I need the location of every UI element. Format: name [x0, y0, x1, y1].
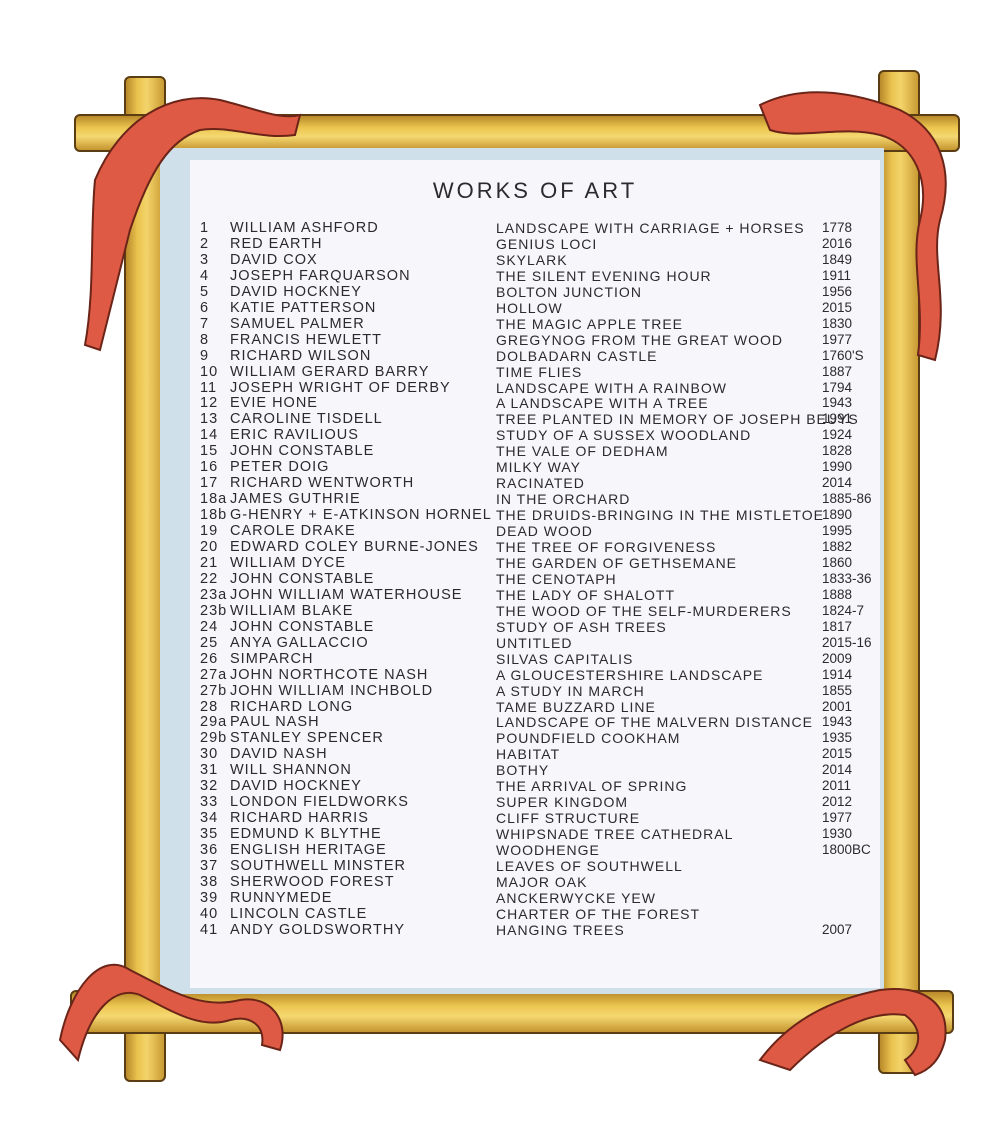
ribbon-top-left	[83, 97, 302, 352]
ribbon-bottom-left	[58, 963, 284, 1063]
ribbon-top-right	[758, 91, 947, 362]
ribbon-bottom-right	[758, 988, 947, 1077]
ribbon-decoration	[58, 91, 947, 1077]
